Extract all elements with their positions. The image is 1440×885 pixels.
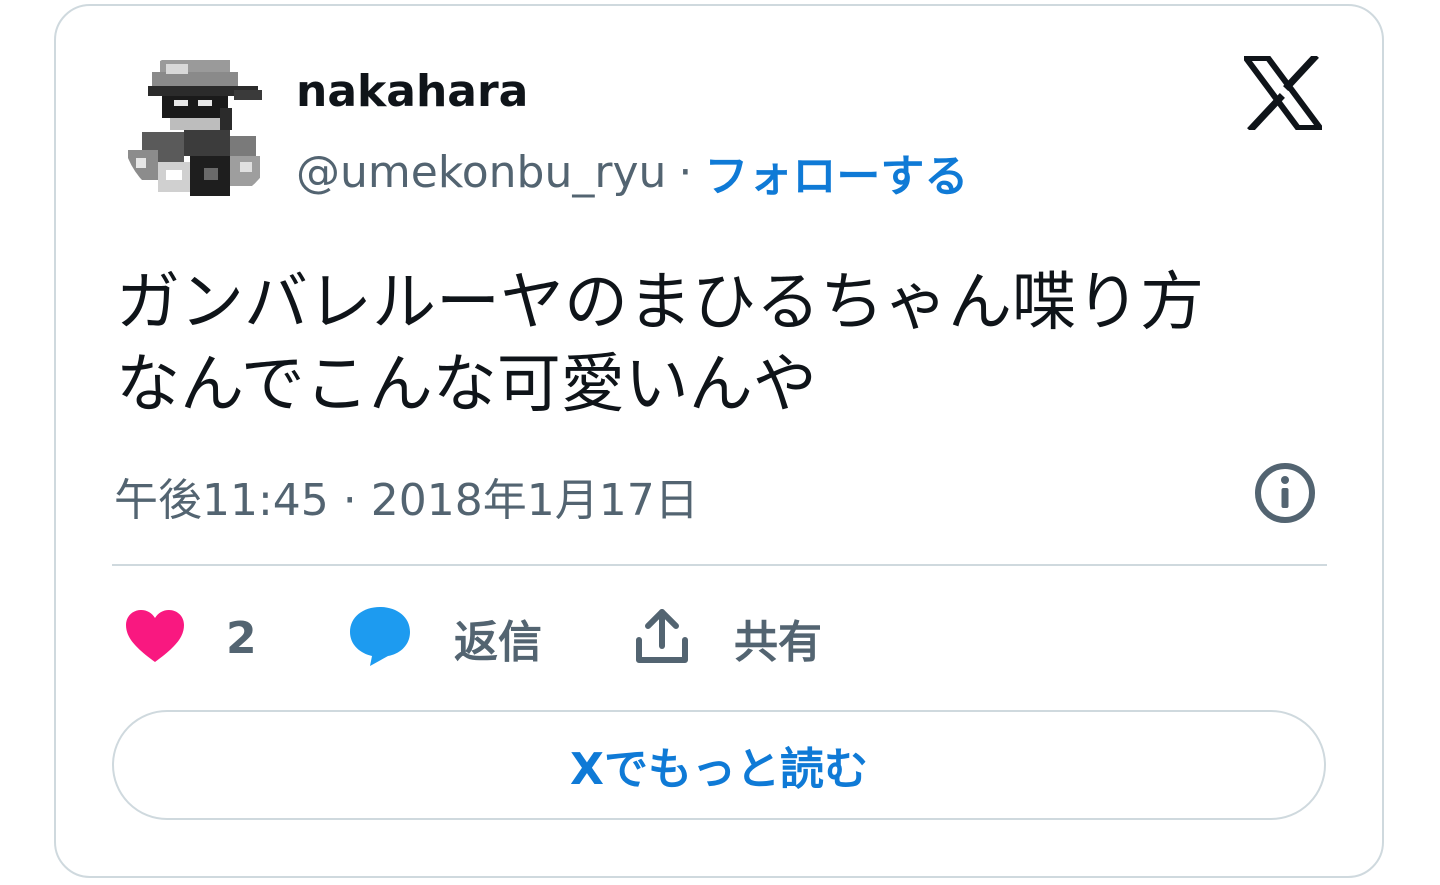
author-handle-row: @umekonbu_ryu · フォローする — [296, 140, 968, 204]
reply-bubble-icon — [348, 605, 412, 671]
tweet-text-line-1: ガンバレルーヤのまひるちゃん喋り方 — [116, 266, 1204, 340]
like-button[interactable]: 2 — [124, 606, 257, 670]
divider — [112, 564, 1327, 566]
x-logo-icon[interactable] — [1240, 53, 1326, 133]
tweet-timestamp[interactable]: 午後11:45 · 2018年1月17日 — [114, 464, 699, 528]
read-more-on-x-button[interactable]: Xでもっと読む — [112, 710, 1326, 820]
like-count: 2 — [226, 612, 257, 664]
separator-dot: · — [678, 146, 693, 198]
share-button[interactable]: 共有 — [634, 606, 822, 670]
tweet-text-line-2: なんでこんな可愛いんや — [116, 348, 817, 422]
follow-button[interactable]: フォローする — [704, 140, 968, 204]
author-handle[interactable]: @umekonbu_ryu — [296, 147, 666, 198]
info-icon[interactable] — [1254, 462, 1316, 524]
heart-icon — [124, 608, 186, 668]
share-label: 共有 — [734, 617, 822, 668]
avatar-pixel-art-icon — [122, 50, 278, 206]
tweet-text: ガンバレルーヤのまひるちゃん喋り方 なんでこんな可愛いんや — [116, 262, 1346, 426]
reply-button[interactable]: 返信 — [348, 606, 542, 670]
share-upload-icon — [634, 608, 690, 668]
reply-label: 返信 — [454, 617, 542, 668]
avatar[interactable] — [122, 50, 278, 206]
author-display-name[interactable]: nakahara — [296, 66, 528, 117]
